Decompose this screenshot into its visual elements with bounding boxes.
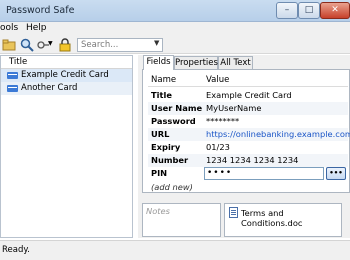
lock-icon[interactable] [58,38,72,52]
fields-header: Name Value [148,74,348,87]
status-bar: Ready. [0,240,350,260]
add-new-field[interactable]: (add new) [151,182,193,192]
field-value: ******** [206,116,240,126]
tab-properties[interactable]: Properties [174,56,218,69]
list-item[interactable]: Another Card [1,82,132,95]
field-value: Example Credit Card [206,90,292,100]
field-row-number[interactable]: Number 1234 1234 1234 1234 [148,154,348,167]
list-header-title[interactable]: Title [1,56,132,69]
field-row-expiry[interactable]: Expiry 01/23 [148,141,348,154]
document-icon [229,207,238,218]
field-row-title[interactable]: Title Example Credit Card [148,89,348,102]
entry-list: Title Example Credit Card Another Card [0,55,133,238]
pin-reveal-button[interactable]: ••• [326,167,346,180]
minimize-button[interactable]: – [276,2,298,19]
tab-all-text[interactable]: All Text [218,56,253,69]
column-value-header[interactable]: Value [206,75,229,85]
title-bar: Password Safe – □ ✕ [0,0,350,22]
credit-card-icon [7,85,18,92]
folder-icon[interactable] [2,38,16,52]
url-link[interactable]: https://onlinebanking.example.com [206,129,350,139]
attachment-file[interactable]: Terms and Conditions.doc [241,208,341,228]
field-name: Title [151,90,172,100]
field-value: 1234 1234 1234 1234 [206,155,299,165]
column-name-header[interactable]: Name [151,75,176,85]
notes-field[interactable]: Notes [142,203,221,237]
field-name: Number [151,155,189,165]
field-row-password[interactable]: Password ******** [148,115,348,128]
menu-tools[interactable]: ools [0,23,18,33]
list-item-label: Example Credit Card [21,70,109,80]
fields-panel: Name Value Title Example Credit Card Use… [142,69,350,193]
field-value: MyUserName [206,103,262,113]
list-item-label: Another Card [21,83,78,93]
search-input[interactable]: Search... [77,38,163,52]
tab-fields[interactable]: Fields [143,55,174,70]
attachments-panel: Terms and Conditions.doc [224,203,342,237]
field-row-username[interactable]: User Name MyUserName [148,102,348,115]
search-icon[interactable] [20,38,34,52]
chevron-down-icon[interactable]: ▼ [48,40,53,47]
status-text: Ready. [2,245,30,255]
field-name: Password [151,116,196,126]
field-name: Expiry [151,142,181,152]
close-button[interactable]: ✕ [320,2,350,19]
maximize-button[interactable]: □ [298,2,320,19]
pin-input[interactable]: •••• [204,167,324,180]
field-name: User Name [151,103,203,113]
credit-card-icon [7,72,18,79]
list-item[interactable]: Example Credit Card [1,69,132,82]
field-value: 01/23 [206,142,230,152]
menu-help[interactable]: Help [26,23,47,33]
menu-bar: ools Help [0,22,350,36]
toolbar: ▼ Search... ▼ [0,36,350,54]
field-name: PIN [151,168,168,178]
search-dropdown-icon[interactable]: ▼ [154,39,159,47]
field-row-url[interactable]: URL https://onlinebanking.example.com [148,128,350,141]
field-row-pin[interactable]: PIN •••• ••• [148,167,348,180]
field-name: URL [151,129,170,139]
window-title: Password Safe [6,5,75,16]
